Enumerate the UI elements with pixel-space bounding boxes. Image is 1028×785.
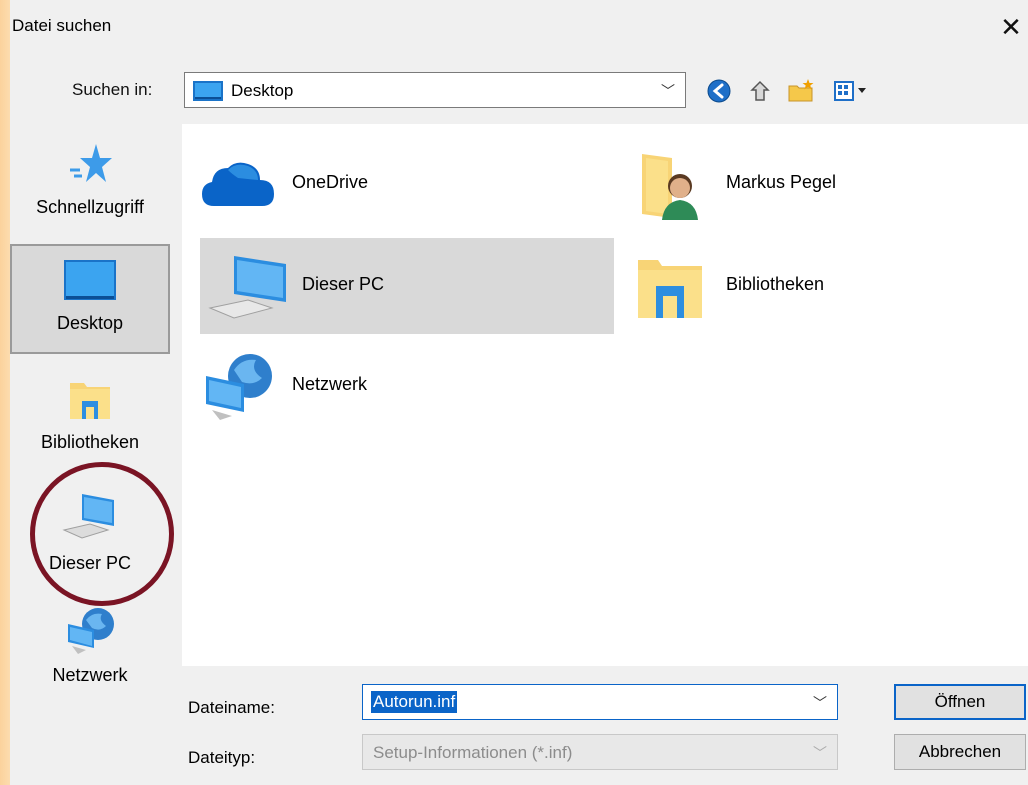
chevron-down-icon: ﹀ [813,745,827,761]
place-bibliotheken[interactable]: Bibliotheken [10,369,170,469]
window-title: Datei suchen [12,16,112,35]
place-label: Schnellzugriff [36,197,144,217]
network-icon [68,608,114,654]
desktop-icon [64,260,116,300]
filename-label: Dateiname: [188,698,275,717]
title-bar: Datei suchen ✕ [10,0,1028,60]
list-item-bibliotheken[interactable]: Bibliotheken [624,238,1028,334]
user-folder-icon [642,154,698,220]
place-label: Desktop [56,313,124,333]
place-schnellzugriff[interactable]: Schnellzugriff [10,134,170,234]
up-folder-icon [750,80,770,101]
look-in-dropdown[interactable]: Desktop ﹀ [184,72,686,108]
library-icon [638,260,702,318]
star-icon [70,144,112,182]
list-item-dieser-pc[interactable]: Dieser PC [200,238,614,334]
place-dieser-pc[interactable]: Dieser PC [10,484,170,594]
list-item-markus-pegel[interactable]: Markus Pegel [624,136,1028,232]
places-bar: Schnellzugriff Desktop Bibliotheken Dies… [10,124,182,704]
back-button[interactable] [704,76,734,106]
file-label: Dieser PC [302,274,385,294]
desktop-icon [193,81,223,101]
look-in-value: Desktop [231,81,294,100]
view-menu-button[interactable] [832,76,872,106]
place-label: Netzwerk [52,665,128,685]
onedrive-icon [202,162,274,206]
place-netzwerk[interactable]: Netzwerk [10,604,170,704]
file-list: OneDrive Markus Pegel Dieser PC Biblioth… [182,124,1028,666]
computer-icon [62,494,114,539]
chevron-down-icon: ﹀ [661,83,675,99]
up-folder-button[interactable] [746,76,776,106]
list-item-netzwerk[interactable]: Netzwerk [190,338,606,434]
new-folder-button[interactable] [786,76,816,106]
filename-value: Autorun.inf [371,691,458,713]
view-menu-icon [834,81,866,101]
computer-icon [208,256,286,319]
cancel-button[interactable]: Abbrechen [894,734,1026,770]
filename-input[interactable]: Autorun.inf ﹀ [362,684,838,720]
network-icon [206,354,272,420]
library-icon [70,383,110,419]
dialog-body: Datei suchen ✕ Suchen in: Desktop ﹀ Schn… [10,0,1028,770]
place-label: Bibliotheken [40,432,140,452]
file-open-dialog: Datei suchen ✕ Suchen in: Desktop ﹀ Schn… [0,0,1028,785]
filetype-select[interactable]: Setup-Informationen (*.inf) ﹀ [362,734,838,770]
new-folder-icon [788,79,814,102]
file-label: OneDrive [292,172,369,192]
look-in-label: Suchen in: [72,80,153,99]
back-icon [707,79,731,103]
filetype-value: Setup-Informationen (*.inf) [373,743,573,762]
filetype-label: Dateityp: [188,748,256,767]
close-icon[interactable]: ✕ [994,10,1028,44]
place-label: Dieser PC [48,553,132,573]
file-label: Netzwerk [292,374,368,394]
open-button[interactable]: Öffnen [894,684,1026,720]
list-item-onedrive[interactable]: OneDrive [190,136,606,232]
place-desktop[interactable]: Desktop [10,244,170,354]
chevron-down-icon[interactable]: ﹀ [813,693,827,713]
file-label: Bibliotheken [726,274,825,294]
file-label: Markus Pegel [726,172,837,192]
